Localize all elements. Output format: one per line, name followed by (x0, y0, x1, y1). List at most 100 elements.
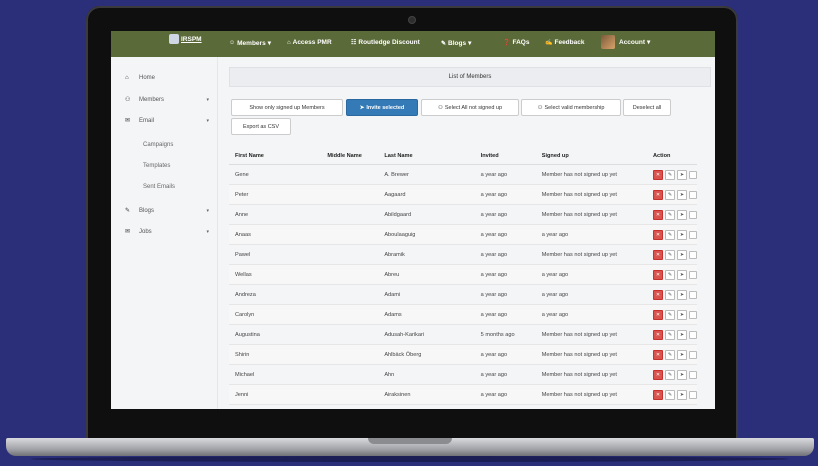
table-row[interactable]: Peter Aagaard a year ago Member has not sig… (229, 184, 697, 205)
delete-icon[interactable]: ✕ (653, 289, 663, 300)
select-checkbox[interactable] (689, 190, 697, 199)
pencil-icon: ✎ (441, 40, 447, 47)
nav-label: Feedback (554, 39, 585, 46)
delete-icon[interactable]: ✕ (653, 389, 663, 400)
brand[interactable]: IRSPM (169, 34, 202, 44)
delete-icon[interactable]: ✕ (653, 189, 663, 200)
send-icon[interactable]: ➤ (677, 369, 687, 380)
sidebar-item-members[interactable]: ⚇ Members ▾ (125, 96, 209, 104)
table-row[interactable]: Gene A. Brewer a year ago Member has not si… (229, 164, 697, 185)
select-valid-membership-button[interactable]: ⚇ Select valid membership (521, 99, 621, 116)
cell-signed: Member has not signed up yet (535, 184, 647, 205)
sidebar-subitem-sent-emails[interactable]: Sent Emails (143, 184, 175, 190)
table-row[interactable]: Jenni Airaksinen a year ago Member has not … (229, 384, 697, 405)
edit-icon[interactable]: ✎ (665, 309, 675, 320)
nav-feedback[interactable]: ✍ Feedback (545, 39, 584, 46)
delete-icon[interactable]: ✕ (653, 269, 663, 280)
sidebar-item-home[interactable]: ⌂ Home (125, 75, 209, 81)
select-checkbox[interactable] (689, 330, 697, 339)
send-icon[interactable]: ➤ (677, 309, 687, 320)
send-icon[interactable]: ➤ (677, 269, 687, 280)
show-signed-up-button[interactable]: Show only signed up Members (231, 99, 343, 116)
send-icon[interactable]: ➤ (677, 349, 687, 360)
edit-icon[interactable]: ✎ (665, 189, 675, 200)
edit-icon[interactable]: ✎ (665, 289, 675, 300)
send-icon[interactable]: ➤ (677, 189, 687, 200)
nav-label: Members (237, 39, 266, 47)
sidebar-subitem-campaigns[interactable]: Campaigns (143, 142, 173, 148)
sidebar-item-blogs[interactable]: ✎ Blogs ▾ (125, 207, 209, 215)
edit-icon[interactable]: ✎ (665, 349, 675, 360)
select-checkbox[interactable] (689, 270, 697, 279)
row-actions: ✕ ✎ ➤ (653, 189, 697, 200)
edit-icon[interactable]: ✎ (665, 389, 675, 400)
delete-icon[interactable]: ✕ (653, 209, 663, 220)
send-icon[interactable]: ➤ (677, 329, 687, 340)
send-icon: ➤ (359, 104, 365, 111)
column-header[interactable]: Middle Name (321, 147, 379, 165)
invite-selected-button[interactable]: ➤ Invite selected (346, 99, 418, 116)
cell-middle (321, 384, 379, 405)
table-row[interactable]: Augustina Adusah-Karikari 5 months ago Memb… (229, 324, 697, 345)
nav-access-pmr[interactable]: ⌂ Access PMR (287, 39, 332, 46)
nav-account[interactable]: Account ▾ (601, 35, 650, 49)
send-icon[interactable]: ➤ (677, 169, 687, 180)
select-checkbox[interactable] (689, 350, 697, 359)
table-row[interactable]: Shirin Ahlbäck Öberg a year ago Member has … (229, 344, 697, 365)
delete-icon[interactable]: ✕ (653, 229, 663, 240)
delete-icon[interactable]: ✕ (653, 169, 663, 180)
delete-icon[interactable]: ✕ (653, 349, 663, 360)
select-checkbox[interactable] (689, 250, 697, 259)
delete-icon[interactable]: ✕ (653, 329, 663, 340)
nav-members[interactable]: ☺ Members ▾ (229, 39, 271, 48)
table-row[interactable]: Michael Ahn a year ago Member has not signe… (229, 364, 697, 385)
cell-invited: a year ago (474, 264, 536, 285)
edit-icon[interactable]: ✎ (665, 269, 675, 280)
cell-signed: Member has not signed up yet (535, 204, 647, 225)
sidebar-item-jobs[interactable]: ✉ Jobs ▾ (125, 228, 209, 236)
edit-icon[interactable]: ✎ (665, 169, 675, 180)
sidebar-subitem-templates[interactable]: Templates (143, 163, 170, 169)
table-row[interactable]: Anaas Aboulaaguig a year ago a year ago ✕ ✎ ➤ (229, 224, 697, 245)
nav-routledge-discount[interactable]: ☷ Routledge Discount (351, 39, 420, 46)
delete-icon[interactable]: ✕ (653, 249, 663, 260)
delete-icon[interactable]: ✕ (653, 369, 663, 380)
table-row[interactable]: Andreza Adami a year ago a year ago ✕ ✎ ➤ (229, 284, 697, 305)
send-icon[interactable]: ➤ (677, 389, 687, 400)
deselect-all-button[interactable]: Deselect all (623, 99, 671, 116)
select-checkbox[interactable] (689, 170, 697, 179)
table-row[interactable]: Anne Abildgaard a year ago Member has not s… (229, 204, 697, 225)
send-icon[interactable]: ➤ (677, 249, 687, 260)
select-checkbox[interactable] (689, 370, 697, 379)
export-csv-button[interactable]: Export as CSV (231, 118, 291, 135)
select-checkbox[interactable] (689, 210, 697, 219)
column-header[interactable]: Signed up (535, 147, 647, 165)
column-header[interactable]: Last Name (378, 147, 475, 165)
send-icon[interactable]: ➤ (677, 229, 687, 240)
nav-blogs[interactable]: ✎ Blogs ▾ (441, 39, 471, 48)
table-row[interactable]: Carolyn Adams a year ago a year ago ✕ ✎ ➤ (229, 304, 697, 325)
edit-icon[interactable]: ✎ (665, 249, 675, 260)
select-checkbox[interactable] (689, 310, 697, 319)
select-checkbox[interactable] (689, 290, 697, 299)
select-not-signed-button[interactable]: ⚇ Select All not signed up (421, 99, 519, 116)
row-actions: ✕ ✎ ➤ (653, 389, 697, 400)
edit-icon[interactable]: ✎ (665, 229, 675, 240)
edit-icon[interactable]: ✎ (665, 329, 675, 340)
column-header[interactable]: Invited (474, 147, 536, 165)
select-checkbox[interactable] (689, 230, 697, 239)
sidebar-item-email[interactable]: ✉ Email ▾ (125, 117, 209, 125)
edit-icon[interactable]: ✎ (665, 209, 675, 220)
edit-icon[interactable]: ✎ (665, 369, 675, 380)
sidebar-item-label: Members (139, 96, 165, 103)
cell-actions: ✕ ✎ ➤ (647, 244, 697, 265)
table-row[interactable]: Wellas Abreu a year ago a year ago ✕ ✎ ➤ (229, 264, 697, 285)
send-icon[interactable]: ➤ (677, 289, 687, 300)
column-header[interactable]: First Name (229, 147, 322, 165)
select-checkbox[interactable] (689, 390, 697, 399)
cell-first: Carolyn (229, 304, 322, 325)
nav-faqs[interactable]: ❓ FAQs (503, 39, 529, 46)
table-row[interactable]: Pawel Abramik a year ago Member has not sig… (229, 244, 697, 265)
delete-icon[interactable]: ✕ (653, 309, 663, 320)
send-icon[interactable]: ➤ (677, 209, 687, 220)
